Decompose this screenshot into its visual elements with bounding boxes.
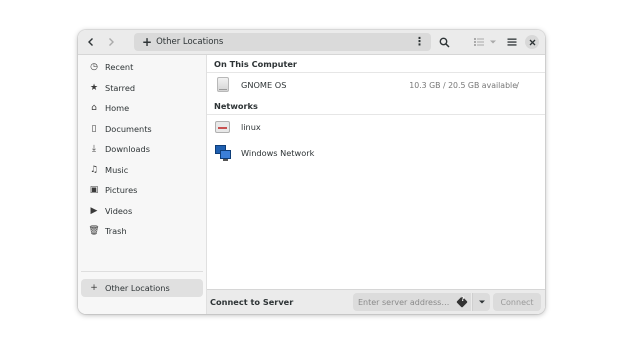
windows-network-icon xyxy=(215,145,231,161)
sidebar-item-label: Recent xyxy=(105,62,134,72)
sidebar-divider xyxy=(81,271,203,272)
list-view-icon xyxy=(474,38,484,46)
divider xyxy=(207,114,545,115)
close-button[interactable] xyxy=(525,35,539,49)
main-menu-button[interactable] xyxy=(503,33,521,51)
search-button[interactable] xyxy=(435,33,453,51)
sidebar-item-pictures[interactable]: ▣ Pictures xyxy=(81,181,203,199)
chevron-down-icon xyxy=(478,300,485,304)
kebab-menu-icon[interactable]: ⋮ xyxy=(414,35,425,48)
headerbar: + Other Locations ⋮ xyxy=(78,30,545,55)
divider xyxy=(207,72,545,73)
close-icon xyxy=(529,39,535,45)
sidebar-item-label: Music xyxy=(105,165,129,175)
sidebar-item-videos[interactable]: ▶ Videos xyxy=(81,202,203,220)
sidebar-item-label: Documents xyxy=(105,124,152,134)
search-icon xyxy=(439,37,450,48)
picture-icon: ▣ xyxy=(89,185,99,195)
trash-icon: 🗑 xyxy=(88,226,100,236)
location-name: linux xyxy=(241,122,261,132)
sidebar-item-downloads[interactable]: ⤓ Downloads xyxy=(81,140,203,158)
section-title-networks: Networks xyxy=(214,101,258,111)
connect-to-server-bar: Connect to Server ? Connect xyxy=(207,289,545,314)
chevron-left-icon xyxy=(88,38,93,46)
sidebar: ◷ Recent ★ Starred ⌂ Home ▯ Documents ⤓ … xyxy=(78,55,207,314)
location-pathbar[interactable]: + Other Locations ⋮ xyxy=(134,33,431,51)
connect-to-server-label: Connect to Server xyxy=(210,297,294,307)
drive-icon xyxy=(215,77,231,93)
disk-usage-text: 10.3 GB / 20.5 GB available xyxy=(409,80,517,90)
sidebar-item-music[interactable]: ♫ Music xyxy=(81,161,203,179)
forward-button[interactable] xyxy=(102,33,120,51)
sidebar-item-starred[interactable]: ★ Starred xyxy=(81,79,203,97)
location-row-gnome-os[interactable]: GNOME OS 10.3 GB / 20.5 GB available / xyxy=(207,74,545,96)
document-icon: ▯ xyxy=(91,124,97,134)
sidebar-item-label: Home xyxy=(105,103,130,113)
location-row-windows-network[interactable]: Windows Network xyxy=(207,142,545,164)
clock-icon: ◷ xyxy=(90,62,98,72)
location-name: Windows Network xyxy=(241,148,315,158)
mount-point-text: / xyxy=(516,80,519,90)
download-icon: ⤓ xyxy=(92,144,96,154)
connect-button[interactable]: Connect xyxy=(493,293,541,311)
server-address-input[interactable] xyxy=(353,293,471,311)
location-label: Other Locations xyxy=(156,37,224,47)
view-options-button[interactable] xyxy=(484,33,502,51)
plus-icon: + xyxy=(90,283,98,293)
other-locations-view: On This Computer GNOME OS 10.3 GB / 20.5… xyxy=(207,55,545,289)
recent-servers-dropdown-button[interactable] xyxy=(472,293,490,311)
home-icon: ⌂ xyxy=(91,103,97,113)
sidebar-item-label: Trash xyxy=(105,226,127,236)
sidebar-item-label: Downloads xyxy=(105,144,150,154)
sidebar-item-documents[interactable]: ▯ Documents xyxy=(81,120,203,138)
sidebar-item-other-locations[interactable]: + Other Locations xyxy=(81,279,203,297)
section-title-on-this-computer: On This Computer xyxy=(214,59,297,69)
back-button[interactable] xyxy=(82,33,100,51)
music-icon: ♫ xyxy=(89,165,99,175)
sidebar-item-label: Pictures xyxy=(105,185,138,195)
file-manager-window: + Other Locations ⋮ ◷ Recent ★ Starred ⌂… xyxy=(78,30,545,314)
chevron-right-icon xyxy=(109,38,114,46)
plus-icon: + xyxy=(142,35,153,49)
hamburger-menu-icon xyxy=(507,38,517,46)
star-icon: ★ xyxy=(89,83,99,93)
sidebar-item-recent[interactable]: ◷ Recent xyxy=(81,58,203,76)
chevron-down-icon xyxy=(490,40,496,44)
sidebar-item-trash[interactable]: 🗑 Trash xyxy=(81,222,203,240)
sidebar-item-label: Videos xyxy=(105,206,133,216)
sidebar-item-label: Starred xyxy=(105,83,136,93)
location-name: GNOME OS xyxy=(241,80,287,90)
sidebar-item-home[interactable]: ⌂ Home xyxy=(81,99,203,117)
video-icon: ▶ xyxy=(90,206,98,216)
sidebar-item-label: Other Locations xyxy=(105,283,170,293)
location-row-linux[interactable]: linux xyxy=(207,116,545,138)
network-computer-icon xyxy=(215,119,231,135)
